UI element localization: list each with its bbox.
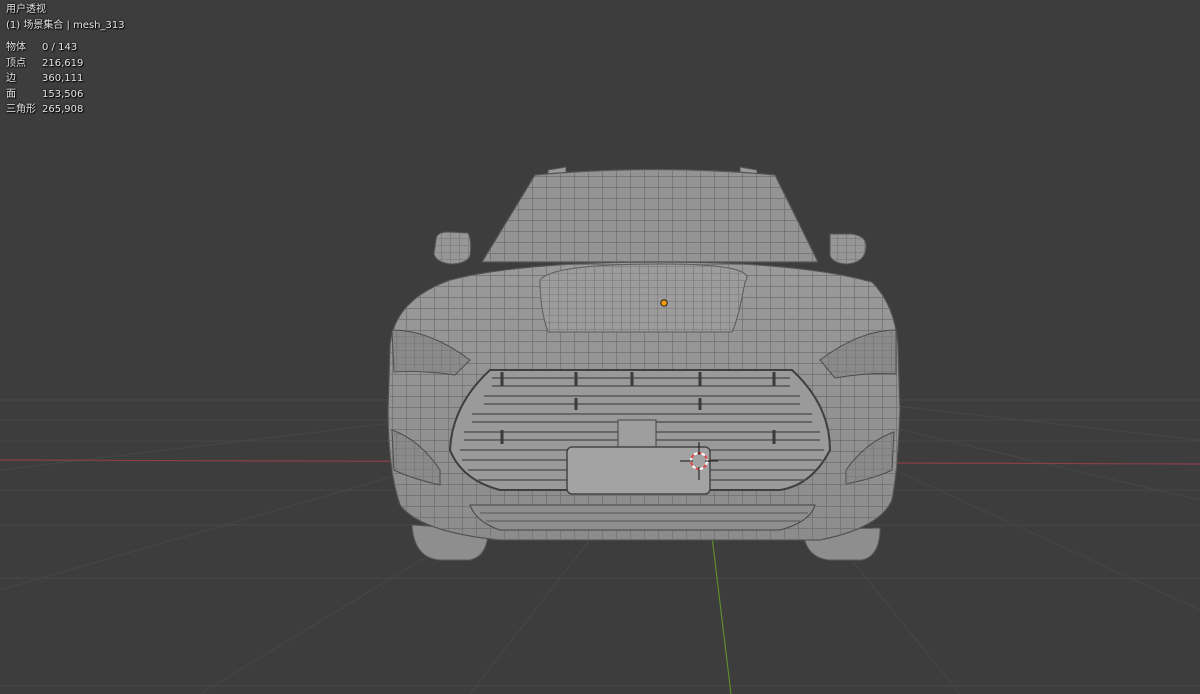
- front-sensor: [617, 419, 657, 449]
- stat-value: 360,111: [42, 73, 84, 84]
- license-plate: [566, 446, 711, 495]
- scene-statistics: 物体 0 / 143 顶点 216,619 边 360,111 面 153,50…: [6, 40, 125, 118]
- stat-row-vertices: 顶点 216,619: [6, 56, 125, 72]
- y-axis-line: [709, 519, 732, 694]
- stat-value: 153,506: [42, 88, 84, 100]
- 3d-viewport[interactable]: 用户透视 (1) 场景集合 | mesh_313 物体 0 / 143 顶点 2…: [0, 0, 1200, 694]
- viewport-scene[interactable]: [0, 0, 1200, 694]
- stat-row-faces: 面 153,506: [6, 87, 125, 103]
- stat-label: 三角形: [6, 104, 36, 115]
- stat-label: 物体: [6, 42, 26, 53]
- view-name: 用户透视: [6, 4, 46, 15]
- stat-label: 面: [6, 88, 16, 100]
- stat-value: 0 / 143: [42, 42, 78, 53]
- collection-info: (1) 场景集合 | mesh_313: [6, 19, 125, 31]
- lower-bumper: [469, 504, 816, 531]
- stat-label: 顶点: [6, 57, 26, 69]
- stat-value: 265,908: [42, 104, 84, 115]
- viewport-info-overlay: 用户透视 (1) 场景集合 | mesh_313 物体 0 / 143 顶点 2…: [6, 2, 125, 118]
- stat-row-edges: 边 360,111: [6, 71, 125, 87]
- object-origin-icon[interactable]: [660, 299, 668, 307]
- car-mesh[interactable]: [387, 166, 901, 561]
- stat-label: 边: [6, 73, 16, 84]
- stat-row-triangles: 三角形 265,908: [6, 102, 125, 118]
- stat-value: 216,619: [42, 57, 84, 69]
- stat-row-objects: 物体 0 / 143: [6, 40, 125, 56]
